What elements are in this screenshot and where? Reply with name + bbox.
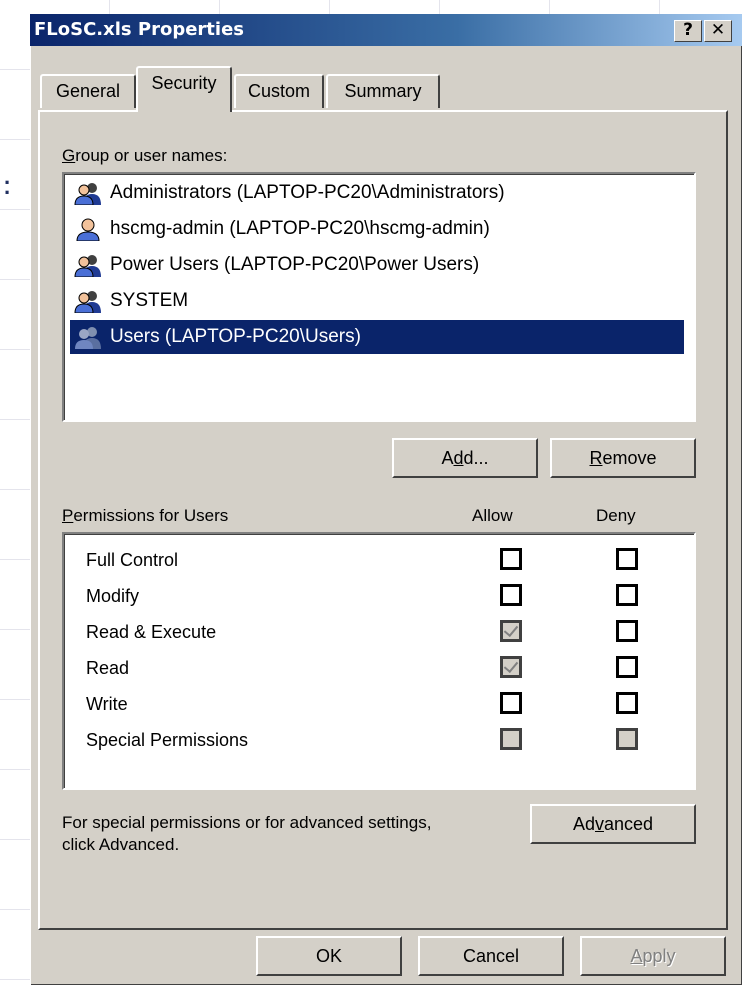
apply-button: Apply bbox=[580, 936, 726, 976]
list-item[interactable]: SYSTEM bbox=[70, 284, 684, 318]
deny-checkbox[interactable] bbox=[616, 584, 638, 606]
permission-row: Full Control bbox=[86, 542, 646, 578]
permission-row: Read bbox=[86, 650, 646, 686]
allow-checkbox bbox=[500, 620, 522, 642]
window-title: FLoSC.xls Properties bbox=[34, 19, 245, 40]
list-item[interactable]: Administrators (LAPTOP-PC20\Administrato… bbox=[70, 176, 684, 210]
list-item[interactable]: hscmg-admin (LAPTOP-PC20\hscmg-admin) bbox=[70, 212, 684, 246]
properties-dialog: FLoSC.xls Properties ? ✕ General Securit… bbox=[30, 14, 742, 985]
advanced-hint: For special permissions or for advanced … bbox=[62, 812, 431, 856]
permission-name: Modify bbox=[86, 586, 140, 606]
remove-button[interactable]: Remove bbox=[550, 438, 696, 478]
permission-name: Read bbox=[86, 658, 130, 678]
group-list[interactable]: Administrators (LAPTOP-PC20\Administrato… bbox=[62, 172, 696, 422]
tab-security[interactable]: Security bbox=[136, 66, 232, 112]
allow-checkbox bbox=[500, 656, 522, 678]
advanced-hint-line2: click Advanced. bbox=[62, 835, 180, 854]
allow-checkbox[interactable] bbox=[500, 584, 522, 606]
allow-checkbox[interactable] bbox=[500, 548, 522, 570]
group-icon bbox=[75, 327, 101, 349]
permission-row: Write bbox=[86, 686, 646, 722]
tab-summary[interactable]: Summary bbox=[326, 74, 440, 108]
title-bar[interactable]: FLoSC.xls Properties ? ✕ bbox=[30, 14, 742, 46]
permission-name: Full Control bbox=[86, 550, 179, 570]
deny-header: Deny bbox=[596, 506, 636, 525]
cancel-button[interactable]: Cancel bbox=[418, 936, 564, 976]
groups-label: Group or user names: bbox=[62, 146, 228, 165]
deny-checkbox bbox=[616, 728, 638, 750]
deny-checkbox[interactable] bbox=[616, 548, 638, 570]
group-icon bbox=[74, 255, 101, 277]
tab-strip: General Security Custom Summary bbox=[30, 54, 742, 114]
allow-header: Allow bbox=[472, 506, 513, 525]
permission-name: Special Permissions bbox=[86, 730, 249, 750]
permissions-list: Full Control Modify Read & Execute Read bbox=[62, 532, 696, 790]
advanced-button[interactable]: Advanced bbox=[530, 804, 696, 844]
tab-general[interactable]: General bbox=[40, 74, 136, 108]
permission-row: Special Permissions bbox=[86, 722, 646, 758]
help-button[interactable]: ? bbox=[674, 20, 702, 42]
list-item[interactable]: Power Users (LAPTOP-PC20\Power Users) bbox=[70, 248, 684, 282]
deny-checkbox[interactable] bbox=[616, 620, 638, 642]
list-item-selected[interactable]: Users (LAPTOP-PC20\Users) bbox=[70, 320, 684, 354]
permission-name: Write bbox=[86, 694, 128, 714]
permissions-label: Permissions for Users bbox=[62, 506, 229, 525]
tab-custom[interactable]: Custom bbox=[234, 74, 324, 108]
group-icon bbox=[74, 291, 101, 313]
advanced-hint-line1: For special permissions or for advanced … bbox=[62, 813, 432, 832]
permission-name: Read & Execute bbox=[86, 622, 217, 642]
ok-button[interactable]: OK bbox=[256, 936, 402, 976]
permission-row: Modify bbox=[86, 578, 646, 614]
user-icon bbox=[76, 218, 100, 241]
add-button[interactable]: Add... bbox=[392, 438, 538, 478]
deny-checkbox[interactable] bbox=[616, 656, 638, 678]
allow-checkbox[interactable] bbox=[500, 692, 522, 714]
security-panel: Group or user names: Administrators (LAP… bbox=[38, 110, 728, 930]
group-name: Users (LAPTOP-PC20\Users) bbox=[110, 326, 361, 347]
group-name: Power Users (LAPTOP-PC20\Power Users) bbox=[110, 254, 480, 275]
background-dots: · · bbox=[4, 170, 12, 205]
permission-row: Read & Execute bbox=[86, 614, 646, 650]
allow-checkbox bbox=[500, 728, 522, 750]
group-name: hscmg-admin (LAPTOP-PC20\hscmg-admin) bbox=[110, 218, 490, 239]
group-name: SYSTEM bbox=[110, 290, 189, 311]
group-icon bbox=[74, 183, 101, 205]
group-name: Administrators (LAPTOP-PC20\Administrato… bbox=[110, 182, 505, 203]
close-button[interactable]: ✕ bbox=[704, 20, 732, 42]
deny-checkbox[interactable] bbox=[616, 692, 638, 714]
